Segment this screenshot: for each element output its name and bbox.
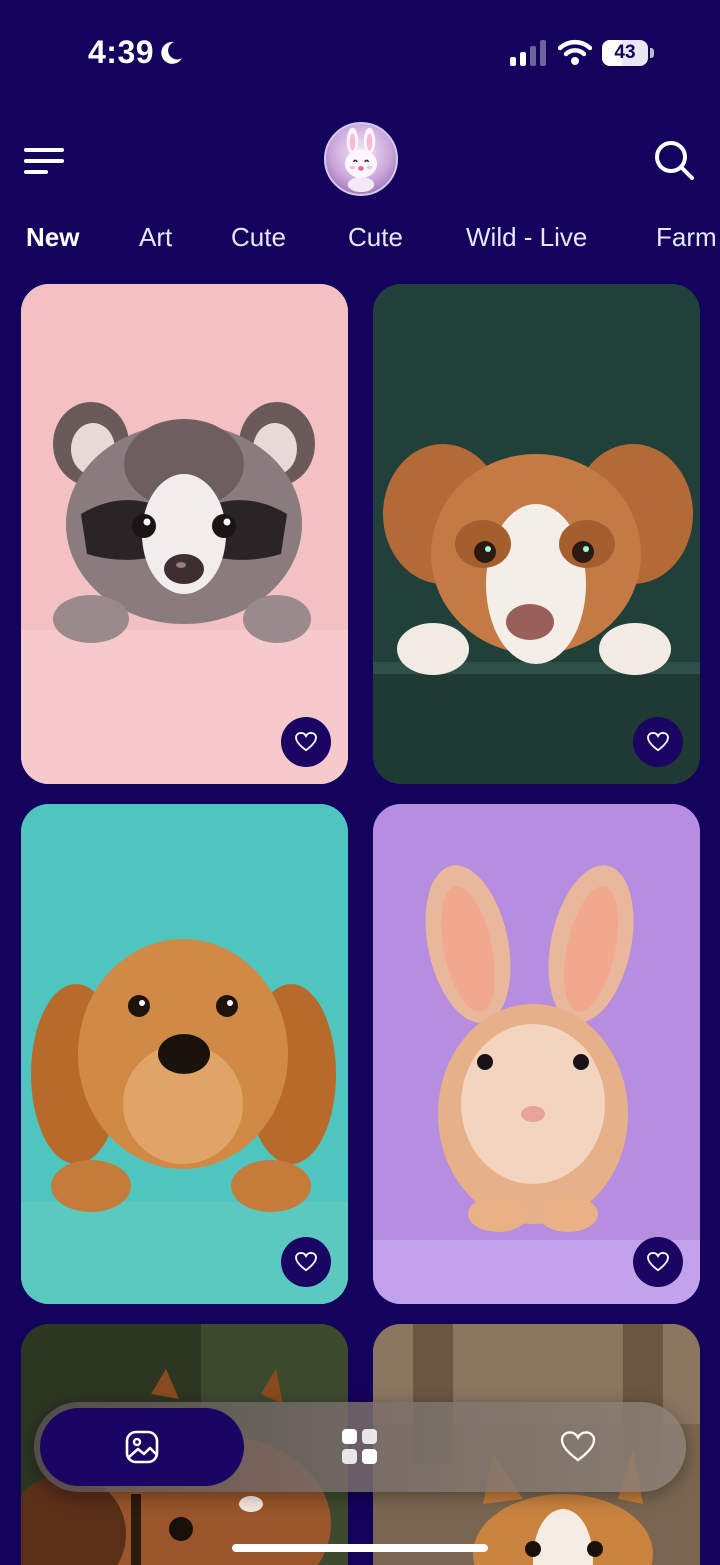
bunny-avatar-icon	[344, 127, 378, 193]
heart-icon	[647, 732, 669, 752]
menu-button[interactable]	[24, 146, 70, 174]
tab-art[interactable]: Art	[139, 222, 172, 253]
bottom-nav	[34, 1402, 686, 1492]
nav-wallpapers-button[interactable]	[87, 1402, 197, 1492]
tab-farm[interactable]: Farm	[656, 222, 717, 253]
moon-icon	[161, 41, 182, 64]
wallpaper-card-puppy[interactable]	[373, 284, 700, 784]
home-indicator[interactable]	[232, 1544, 488, 1552]
favorite-button[interactable]	[633, 1237, 683, 1287]
bunny-image	[373, 804, 700, 1304]
tab-wild-live[interactable]: Wild - Live	[466, 222, 587, 253]
grid-icon	[342, 1429, 377, 1464]
heart-icon	[295, 732, 317, 752]
avatar[interactable]	[324, 122, 398, 196]
wallpaper-card-raccoon[interactable]	[21, 284, 348, 784]
favorite-button[interactable]	[633, 717, 683, 767]
nav-categories-button[interactable]	[305, 1402, 415, 1492]
puppy-image	[373, 284, 700, 784]
search-icon[interactable]	[652, 138, 696, 182]
status-time: 4:39	[88, 34, 155, 70]
favorite-button[interactable]	[281, 717, 331, 767]
menu-icon	[24, 148, 64, 152]
wifi-icon	[558, 39, 592, 65]
wallpaper-card-golden-retriever[interactable]	[21, 804, 348, 1304]
heart-icon	[295, 1252, 317, 1272]
golden-retriever-image	[21, 804, 348, 1304]
tab-cute[interactable]: Cute	[231, 222, 286, 253]
category-tabs: New Art Cute Cute Wild - Live Farm	[0, 222, 720, 262]
favorite-button[interactable]	[281, 1237, 331, 1287]
image-icon	[125, 1430, 159, 1464]
tab-new[interactable]: New	[26, 222, 79, 253]
nav-favorites-button[interactable]	[523, 1402, 633, 1492]
signal-icon	[510, 40, 546, 66]
wallpaper-card-bunny[interactable]	[373, 804, 700, 1304]
status-bar: 4:39 43	[0, 0, 720, 100]
raccoon-image	[21, 284, 348, 784]
app-header	[0, 110, 720, 210]
battery-icon: 43	[602, 40, 654, 66]
heart-icon	[647, 1252, 669, 1272]
battery-level: 43	[614, 42, 636, 63]
tab-cute-2[interactable]: Cute	[348, 222, 403, 253]
heart-icon	[560, 1431, 596, 1462]
